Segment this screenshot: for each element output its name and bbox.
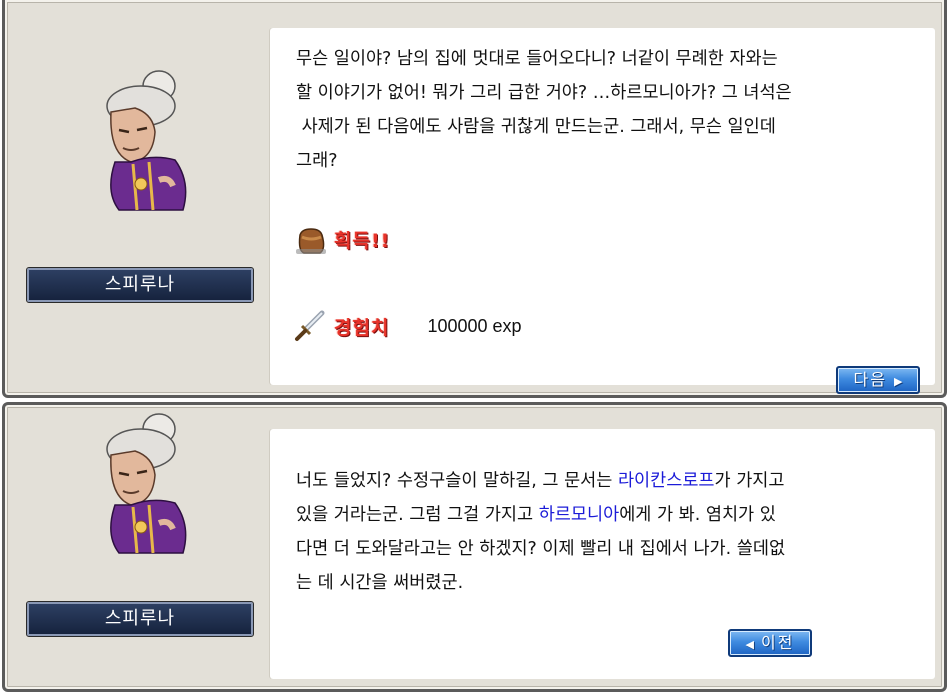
- npc-portrait: [106, 413, 187, 554]
- reward-exp-row: 경험치 100000 exp: [294, 308, 522, 344]
- reward-obtain-label: 획득!!: [334, 229, 391, 252]
- prev-button[interactable]: ◀ 이전: [728, 629, 812, 657]
- triangle-left-icon: ◀: [745, 638, 754, 651]
- brown-bag-icon: [296, 228, 326, 254]
- sword-icon: [295, 310, 325, 341]
- dialog-text-part: 너도 들었지? 수정구슬이 말하길, 그 문서는: [296, 471, 618, 491]
- npc-dialog-2: 스피루나 너도 들었지? 수정구슬이 말하길, 그 문서는 라이칸스로프가 가지…: [2, 402, 947, 692]
- highlight-harmonia: 하르모니아: [538, 505, 620, 525]
- dialog-text-panel: 무슨 일이야? 남의 집에 멋대로 들어오다니? 너같이 무례한 자와는 할 이…: [270, 28, 935, 394]
- next-button-label: 다음: [853, 370, 887, 389]
- npc-name-plate: 스피루나: [26, 267, 254, 303]
- npc-dialog-1: 스피루나 무슨 일이야? 남의 집에 멋대로 들어오다니? 너같이 무례한 자와…: [2, 0, 947, 398]
- dialog-text: 너도 들었지? 수정구슬이 말하길, 그 문서는 라이칸스로프가 가지고 있을 …: [296, 464, 911, 600]
- prev-button-label: 이전: [761, 633, 795, 652]
- dialog-text-panel: 너도 들었지? 수정구슬이 말하길, 그 문서는 라이칸스로프가 가지고 있을 …: [270, 429, 935, 679]
- triangle-right-icon: ▶: [894, 375, 903, 388]
- next-button[interactable]: 다음 ▶: [836, 366, 920, 394]
- reward-exp-value: 100000 exp: [427, 315, 522, 336]
- npc-name-plate: 스피루나: [26, 601, 254, 637]
- reward-obtain-row: 획득!!: [294, 221, 390, 257]
- highlight-lycanthrope: 라이칸스로프: [617, 471, 715, 491]
- npc-portrait: [106, 70, 187, 211]
- dialog-text: 무슨 일이야? 남의 집에 멋대로 들어오다니? 너같이 무례한 자와는 할 이…: [296, 49, 792, 171]
- reward-exp-label: 경험치: [334, 316, 390, 339]
